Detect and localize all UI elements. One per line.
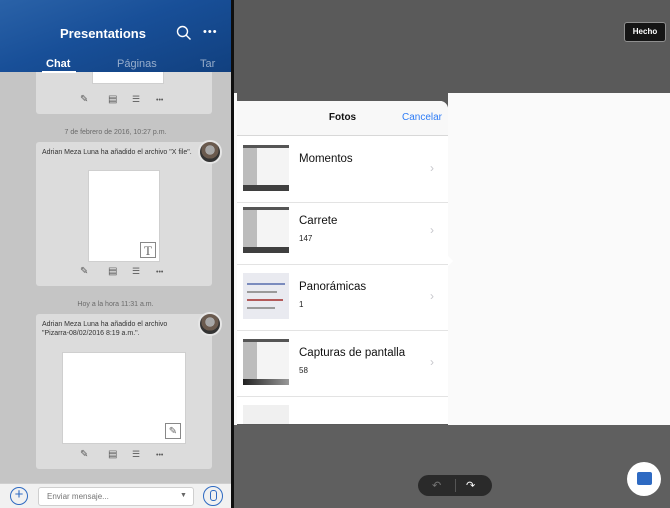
album-thumbnail: [243, 273, 289, 319]
avatar: [198, 312, 222, 336]
insert-image-button[interactable]: [627, 462, 661, 496]
message-text: Adrian Meza Luna ha añadido el archivo "…: [42, 321, 168, 337]
chevron-right-icon: ›: [430, 355, 434, 369]
pencil-icon[interactable]: ✎: [80, 94, 88, 105]
album-row-panoramas[interactable]: Panorámicas 1 ›: [237, 265, 448, 331]
note-icon[interactable]: ▤: [108, 94, 117, 105]
message-actions: ✎ ▤ ☰ •••: [36, 94, 212, 108]
add-attachment-button[interactable]: +: [10, 487, 28, 505]
redo-icon[interactable]: ↷: [466, 479, 475, 492]
chat-panel: ✎ ▤ ☰ ••• Presentations ••• Chat Páginas…: [0, 0, 231, 508]
tab-pages[interactable]: Páginas: [117, 58, 157, 70]
message-card[interactable]: Adrian Meza Luna ha añadido el archivo "…: [36, 312, 222, 469]
tab-chat[interactable]: Chat: [46, 58, 70, 70]
note-icon[interactable]: ▤: [108, 449, 117, 460]
album-count: 147: [299, 234, 313, 243]
album-name: Panorámicas: [299, 281, 367, 293]
whiteboard-icon: ✎: [165, 423, 181, 439]
album-thumbnail: [243, 339, 289, 385]
document-thumbnail[interactable]: ✎: [62, 352, 186, 444]
avatar: [198, 140, 222, 164]
more-icon[interactable]: •••: [156, 269, 163, 276]
tab-tasks[interactable]: Tar: [200, 58, 215, 70]
image-icon: [637, 472, 652, 485]
album-thumbnail: [243, 405, 289, 424]
rec-icon[interactable]: ☰: [132, 449, 140, 460]
message-card[interactable]: Adrian Meza Luna ha añadido el archivo "…: [36, 140, 222, 286]
text-file-icon: T: [140, 242, 156, 258]
chevron-right-icon: ›: [430, 161, 434, 175]
chevron-right-icon: ›: [430, 289, 434, 303]
rec-icon[interactable]: ☰: [132, 266, 140, 277]
album-name: Carrete: [299, 215, 338, 227]
photos-popover: Fotos Cancelar Momentos › Carrete 147 › …: [237, 101, 448, 424]
message-actions: ✎ ▤ ☰ •••: [36, 449, 212, 463]
pencil-icon[interactable]: ✎: [80, 449, 88, 460]
message-timestamp: Hoy a la hora 11:31 a.m.: [77, 301, 154, 308]
message-timestamp: 7 de febrero de 2016, 10:27 p.m.: [64, 129, 167, 136]
album-row-partial[interactable]: [237, 397, 448, 424]
chat-header: Presentations ••• Chat Páginas Tar: [0, 0, 231, 73]
undo-icon[interactable]: ↶: [432, 479, 441, 492]
message-input[interactable]: [38, 487, 194, 506]
active-tab-indicator: [42, 71, 76, 73]
app-title: Presentations: [60, 26, 146, 41]
canvas-top-area: [234, 0, 670, 93]
more-icon[interactable]: •••: [156, 452, 163, 459]
album-thumbnail: [243, 145, 289, 191]
album-name: Capturas de pantalla: [299, 347, 406, 359]
album-row-moments[interactable]: Momentos ›: [237, 137, 448, 203]
album-count: 58: [299, 366, 308, 375]
done-button[interactable]: Hecho: [624, 22, 666, 42]
album-name: Momentos: [299, 153, 353, 165]
album-count: 1: [299, 300, 304, 309]
more-icon[interactable]: •••: [156, 97, 163, 104]
undo-redo-control: ↶ ↷: [418, 475, 492, 496]
chevron-right-icon: ›: [430, 223, 434, 237]
message-text: Adrian Meza Luna ha añadido el archivo "…: [42, 149, 192, 156]
more-options-icon[interactable]: •••: [203, 26, 218, 38]
divider: [455, 479, 456, 492]
rec-icon[interactable]: ☰: [132, 94, 140, 105]
message-actions: ✎ ▤ ☰ •••: [36, 266, 212, 280]
popover-header: Fotos Cancelar: [237, 101, 448, 136]
pencil-icon[interactable]: ✎: [80, 266, 88, 277]
chevron-down-icon[interactable]: ▼: [180, 492, 187, 499]
microphone-button[interactable]: [203, 486, 223, 506]
note-icon[interactable]: ▤: [108, 266, 117, 277]
album-row-screenshots[interactable]: Capturas de pantalla 58 ›: [237, 331, 448, 397]
message-composer: + ▼: [0, 483, 231, 508]
album-row-camera-roll[interactable]: Carrete 147 ›: [237, 199, 448, 265]
whiteboard-canvas[interactable]: [448, 93, 670, 425]
album-thumbnail: [243, 207, 289, 253]
document-thumbnail[interactable]: T: [88, 170, 160, 262]
search-icon[interactable]: [176, 25, 192, 41]
cancel-button[interactable]: Cancelar: [402, 112, 442, 123]
